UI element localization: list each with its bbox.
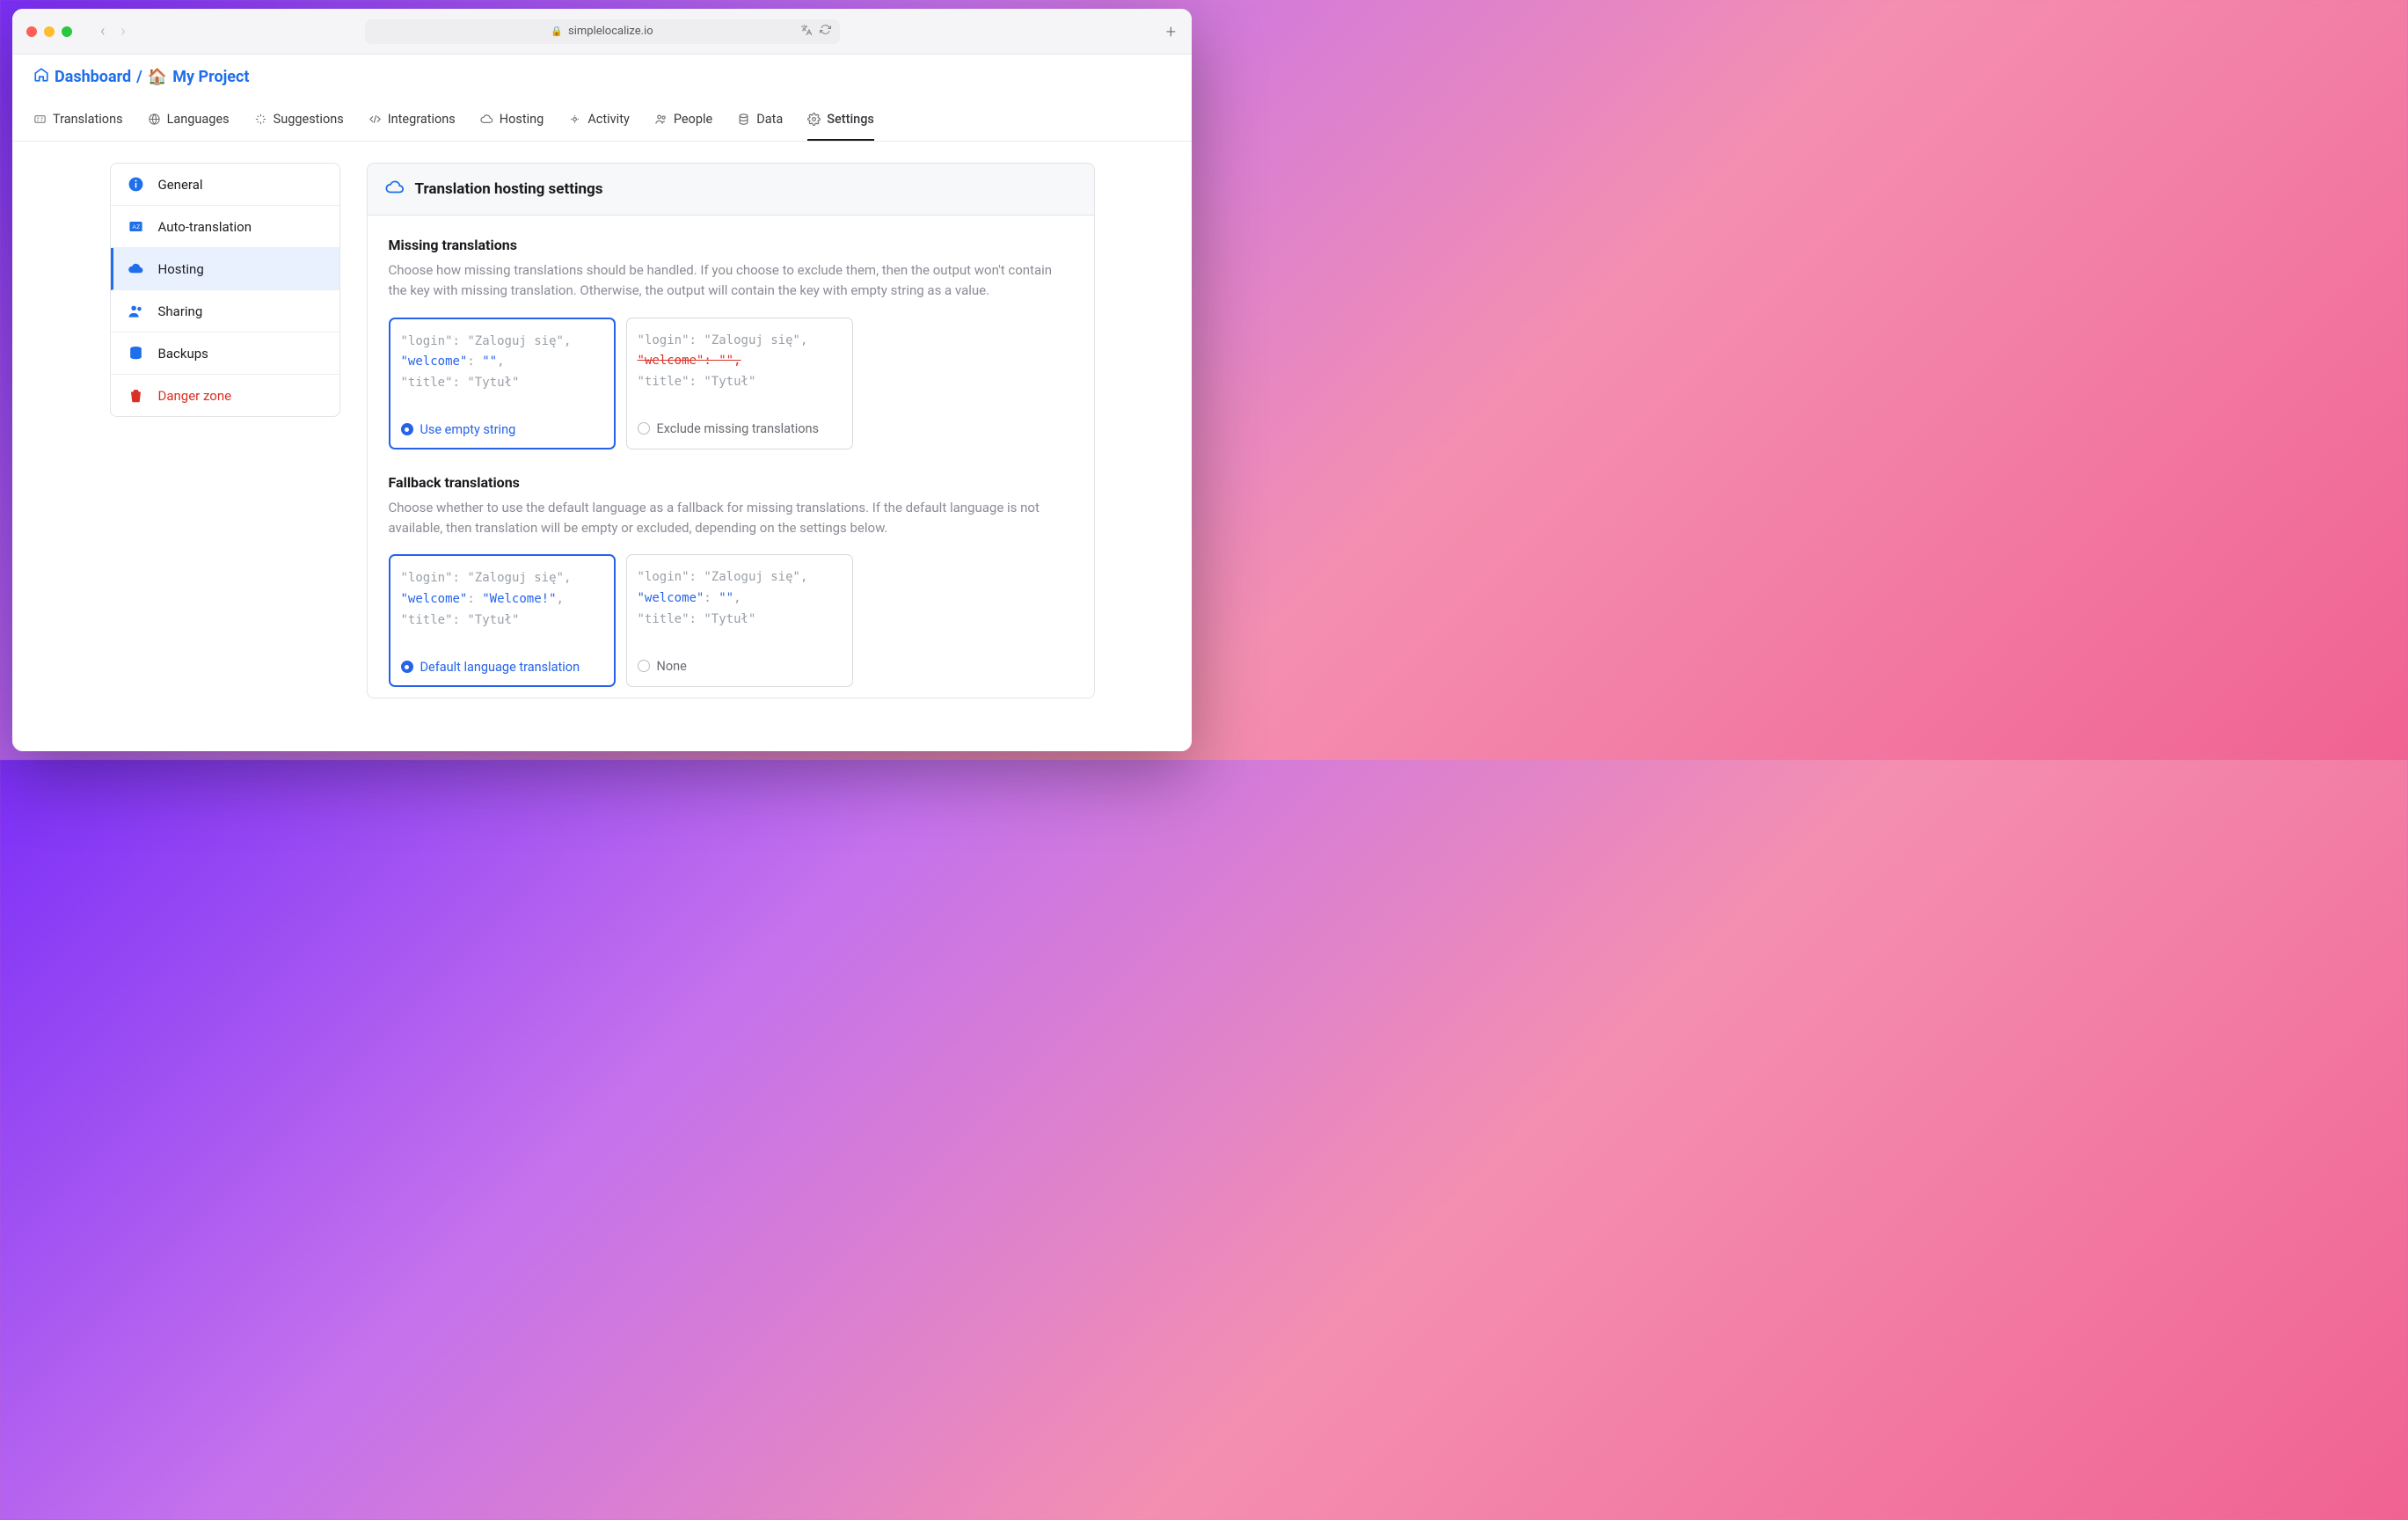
- sidebar-item-danger-zone[interactable]: Danger zone: [111, 375, 339, 416]
- missing-desc: Choose how missing translations should b…: [389, 260, 1073, 302]
- tab-hosting[interactable]: Hosting: [480, 103, 544, 141]
- missing-options: "login": "Zaloguj się", "welcome": "", "…: [389, 318, 1073, 449]
- info-icon: [127, 176, 146, 193]
- tab-settings[interactable]: Settings: [807, 103, 874, 141]
- option-label: Exclude missing translations: [657, 421, 820, 436]
- nav-arrows: ‹ ›: [100, 22, 126, 40]
- tab-label: Settings: [827, 112, 874, 127]
- panel-header: Translation hosting settings: [367, 163, 1095, 216]
- breadcrumb-separator: /: [136, 68, 142, 86]
- tab-data[interactable]: Data: [737, 103, 783, 141]
- breadcrumb-dashboard[interactable]: Dashboard: [55, 68, 131, 86]
- sidebar-item-label: Auto-translation: [158, 219, 252, 235]
- sidebar-item-label: Backups: [158, 346, 208, 362]
- panel-body: Missing translations Choose how missing …: [367, 216, 1095, 698]
- database-icon: [737, 113, 750, 126]
- code-preview: "login": "Zaloguj się", "welcome": "Welc…: [390, 556, 614, 650]
- code-preview: "login": "Zaloguj się", "welcome": "", "…: [390, 319, 614, 413]
- fallback-options: "login": "Zaloguj się", "welcome": "Welc…: [389, 554, 1073, 686]
- option-exclude-missing[interactable]: "login": "Zaloguj się", "welcome": "", "…: [626, 318, 853, 449]
- project-emoji: 🏠: [148, 68, 167, 86]
- tab-activity[interactable]: Activity: [568, 103, 629, 141]
- maximize-window-button[interactable]: [62, 26, 72, 37]
- tab-translations[interactable]: Translations: [33, 103, 123, 141]
- missing-title: Missing translations: [389, 237, 1073, 253]
- address-bar[interactable]: 🔒 simplelocalize.io: [365, 19, 840, 44]
- sidebar-item-hosting[interactable]: Hosting: [111, 248, 339, 290]
- forward-button[interactable]: ›: [120, 22, 125, 40]
- sparkle-icon: [254, 113, 267, 126]
- option-default-language[interactable]: "login": "Zaloguj się", "welcome": "Welc…: [389, 554, 616, 686]
- cloud-icon: [480, 113, 493, 126]
- main-tabs: Translations Languages Suggestions Integ…: [33, 103, 1171, 141]
- breadcrumb-project[interactable]: My Project: [172, 68, 249, 86]
- fallback-title: Fallback translations: [389, 474, 1073, 491]
- radio-selected-icon: [401, 661, 413, 673]
- tab-label: Languages: [167, 112, 230, 127]
- tab-integrations[interactable]: Integrations: [368, 103, 456, 141]
- tab-suggestions[interactable]: Suggestions: [254, 103, 344, 141]
- new-tab-button[interactable]: +: [1166, 21, 1176, 42]
- browser-window: ‹ › 🔒 simplelocalize.io + Dashboard /: [12, 9, 1192, 751]
- cloud-filled-icon: [127, 260, 146, 277]
- gear-icon: [807, 113, 821, 126]
- tab-label: Integrations: [388, 112, 456, 127]
- option-label: None: [657, 659, 687, 674]
- sidebar-item-label: General: [158, 177, 203, 193]
- option-label: Use empty string: [420, 422, 516, 437]
- tab-label: Translations: [53, 112, 123, 127]
- window-controls: [26, 26, 72, 37]
- option-none[interactable]: "login": "Zaloguj się", "welcome": "", "…: [626, 554, 853, 686]
- globe-icon: [148, 113, 161, 126]
- tab-languages[interactable]: Languages: [148, 103, 230, 141]
- panel-title: Translation hosting settings: [415, 180, 603, 198]
- lock-icon: 🔒: [551, 26, 563, 37]
- settings-sidebar: General AZ Auto-translation Hosting Shar…: [110, 163, 340, 417]
- app-header: Dashboard / 🏠 My Project Translations La…: [12, 55, 1192, 142]
- home-icon: [33, 67, 49, 87]
- database-filled-icon: [127, 345, 146, 362]
- cloud-outline-icon: [385, 178, 405, 201]
- radio-icon: [638, 660, 650, 672]
- code-icon: [368, 113, 382, 126]
- tab-label: Activity: [587, 112, 629, 127]
- fallback-desc: Choose whether to use the default langua…: [389, 498, 1073, 539]
- sidebar-item-label: Danger zone: [158, 388, 232, 404]
- option-use-empty-string[interactable]: "login": "Zaloguj się", "welcome": "", "…: [389, 318, 616, 449]
- close-window-button[interactable]: [26, 26, 37, 37]
- trash-icon: [127, 387, 146, 404]
- tab-label: Hosting: [500, 112, 544, 127]
- tab-label: Data: [756, 112, 783, 127]
- radio-selected-icon: [401, 423, 413, 435]
- sidebar-item-auto-translation[interactable]: AZ Auto-translation: [111, 206, 339, 248]
- activity-icon: [568, 113, 581, 126]
- code-preview: "login": "Zaloguj się", "welcome": "", "…: [627, 555, 852, 649]
- translations-icon: [33, 113, 47, 126]
- tab-label: People: [674, 112, 712, 127]
- browser-titlebar: ‹ › 🔒 simplelocalize.io +: [12, 9, 1192, 55]
- sidebar-item-backups[interactable]: Backups: [111, 332, 339, 375]
- minimize-window-button[interactable]: [44, 26, 55, 37]
- breadcrumb: Dashboard / 🏠 My Project: [33, 67, 1171, 87]
- people-icon: [654, 113, 668, 126]
- option-label: Default language translation: [420, 660, 580, 675]
- users-icon: [127, 303, 146, 319]
- tab-people[interactable]: People: [654, 103, 712, 141]
- reload-icon[interactable]: [820, 24, 831, 40]
- translate-icon[interactable]: [800, 24, 813, 40]
- settings-main: Translation hosting settings Missing tra…: [367, 163, 1095, 751]
- back-button[interactable]: ‹: [100, 22, 105, 40]
- sidebar-item-general[interactable]: General: [111, 164, 339, 206]
- translate-square-icon: AZ: [127, 218, 146, 235]
- sidebar-item-sharing[interactable]: Sharing: [111, 290, 339, 332]
- sidebar-item-label: Hosting: [158, 261, 204, 277]
- url-host: simplelocalize.io: [568, 25, 653, 38]
- sidebar-item-label: Sharing: [158, 303, 203, 319]
- code-preview: "login": "Zaloguj się", "welcome": "", "…: [627, 318, 852, 413]
- radio-icon: [638, 422, 650, 435]
- tab-label: Suggestions: [274, 112, 344, 127]
- svg-text:Z: Z: [136, 224, 140, 230]
- content-area: General AZ Auto-translation Hosting Shar…: [12, 142, 1192, 751]
